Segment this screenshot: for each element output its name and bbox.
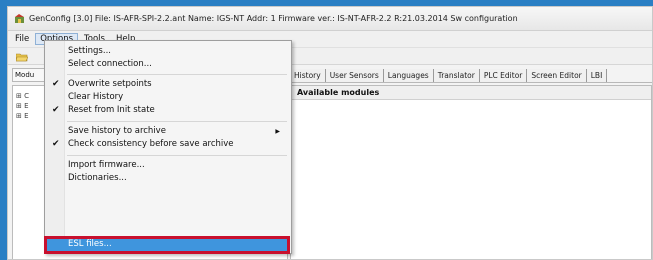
tab-languages[interactable]: Languages [383,69,434,82]
menu-item-settings[interactable]: Settings... [46,45,290,58]
menu-item-clear-history[interactable]: Clear History [46,91,290,104]
menu-file[interactable]: File [10,33,34,45]
tree-node[interactable]: ⊞ E [16,102,29,110]
tab-screen-editor[interactable]: Screen Editor [527,69,587,82]
menu-item-label: Check consistency before save archive [68,139,234,149]
menu-item-select-connection[interactable]: Select connection... [46,58,290,71]
menu-item-label: Clear History [68,92,124,102]
menu-item-dictionaries[interactable]: Dictionaries... [46,172,290,185]
tab-translator[interactable]: Translator [433,69,480,82]
menu-item-label: Dictionaries... [68,173,127,183]
menu-item-esl-files[interactable]: ESL files... [46,238,290,251]
open-folder-icon[interactable] [15,52,29,64]
tree-node[interactable]: ⊞ E [16,112,29,120]
menu-item-reset-from-init-state[interactable]: ✔ Reset from Init state [46,104,290,117]
menu-item-import-firmware[interactable]: Import firmware... [46,159,290,172]
options-dropdown-menu: Settings... Select connection... ✔ Overw… [44,40,292,254]
menu-separator [67,121,287,122]
menu-item-label: Import firmware... [68,160,145,170]
available-modules-panel: Available modules [290,85,652,259]
available-modules-header: Available modules [291,86,651,100]
tabs-row: History User Sensors Languages Translato… [290,67,652,83]
menu-item-label: Overwrite setpoints [68,79,152,89]
submenu-arrow-icon: ▶ [275,128,280,135]
tree-node[interactable]: ⊞ C [16,92,29,100]
tab-lbi[interactable]: LBI [586,69,608,82]
checkmark-icon: ✔ [52,139,60,149]
title-bar: GenConfig [3.0] File: IS-AFR-SPI-2.2.ant… [8,7,652,31]
genconfig-app-icon [14,13,25,24]
menu-item-label: Save history to archive [68,126,166,136]
tab-plc-editor[interactable]: PLC Editor [479,69,528,82]
menu-item-label: Reset from Init state [68,105,155,115]
menu-separator [67,74,287,75]
menu-separator [67,155,287,156]
menu-item-label: ESL files... [68,239,112,249]
menu-item-label: Settings... [68,46,111,56]
menu-item-label: Select connection... [68,59,152,69]
menu-item-overwrite-setpoints[interactable]: ✔ Overwrite setpoints [46,78,290,91]
menu-item-save-history-to-archive[interactable]: Save history to archive ▶ [46,125,290,138]
tab-history[interactable]: History [290,69,326,82]
window-title: GenConfig [3.0] File: IS-AFR-SPI-2.2.ant… [29,14,518,23]
menu-item-check-consistency[interactable]: ✔ Check consistency before save archive [46,138,290,151]
checkmark-icon: ✔ [52,79,60,89]
checkmark-icon: ✔ [52,105,60,115]
tab-user-sensors[interactable]: User Sensors [325,69,384,82]
